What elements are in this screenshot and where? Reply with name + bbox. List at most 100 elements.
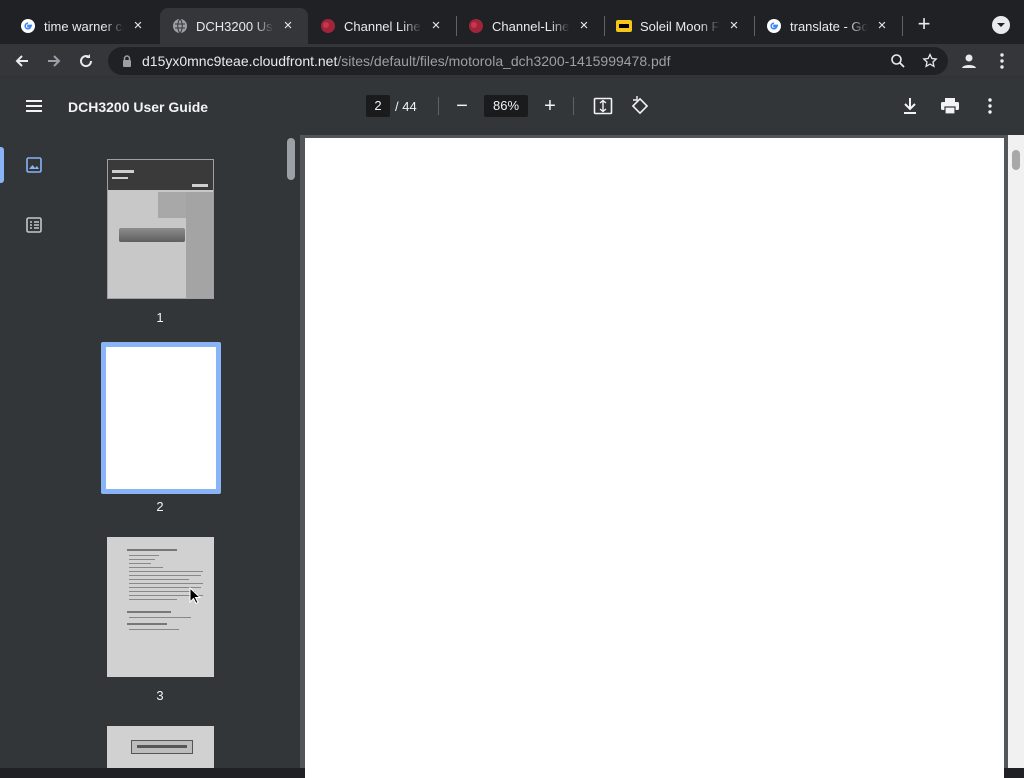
- text-line: [129, 579, 189, 580]
- red-logo-icon: [468, 18, 484, 34]
- tab-divider: [604, 16, 605, 36]
- tab-title: Channel-Line-Up: [492, 18, 570, 34]
- tab-dch3200-user-guide[interactable]: DCH3200 User Guide ×: [160, 8, 308, 44]
- thumbnail-page-content: [106, 347, 216, 489]
- thumbnail-page-4[interactable]: [107, 726, 214, 768]
- rotate-icon[interactable]: [629, 95, 651, 117]
- close-tab-icon[interactable]: ×: [726, 18, 742, 34]
- tab-title: translate - Google: [790, 18, 868, 34]
- close-tab-icon[interactable]: ×: [576, 18, 592, 34]
- toolbar-divider: [573, 97, 574, 115]
- active-view-indicator: [0, 147, 4, 183]
- text-line: [129, 591, 195, 592]
- url-text: d15yx0mnc9teae.cloudfront.net/sites/defa…: [142, 53, 670, 69]
- close-tab-icon[interactable]: ×: [130, 18, 146, 34]
- cover-block: [158, 192, 186, 218]
- cover-title-line: [112, 170, 134, 173]
- pdf-sidebar: 1 2 3: [0, 135, 300, 768]
- tab-search-icon[interactable]: [992, 16, 1010, 34]
- address-bar[interactable]: d15yx0mnc9teae.cloudfront.net/sites/defa…: [108, 47, 948, 75]
- thumbnail-page-1[interactable]: [107, 159, 214, 299]
- imdb-icon: [616, 18, 632, 34]
- text-line: [129, 571, 203, 572]
- profile-avatar-icon[interactable]: [959, 51, 979, 71]
- tab-title: DCH3200 User Guide: [196, 18, 274, 34]
- tab-strip: time warner cable × DCH3200 User Guide ×…: [0, 0, 1024, 44]
- text-line: [129, 629, 179, 630]
- main-scrollbar-thumb[interactable]: [1012, 150, 1020, 170]
- close-tab-icon[interactable]: ×: [280, 18, 296, 34]
- toolbar-divider: [438, 97, 439, 115]
- reload-icon[interactable]: [74, 49, 98, 73]
- thumbnail-label: 2: [156, 499, 164, 514]
- thumbnail-label: 3: [156, 688, 164, 703]
- google-icon: [20, 18, 36, 34]
- tab-title: Soleil Moon Frye: [640, 18, 720, 34]
- cable-box-image: [119, 228, 185, 242]
- close-tab-icon[interactable]: ×: [428, 18, 444, 34]
- url-host: d15yx0mnc9teae.cloudfront.net: [142, 53, 338, 69]
- text-line: [129, 575, 201, 576]
- tab-channel-lineup[interactable]: Channel Lineup ×: [308, 8, 456, 44]
- new-tab-button[interactable]: +: [912, 12, 936, 36]
- text-line: [127, 623, 167, 625]
- hamburger-menu-icon[interactable]: [24, 96, 44, 116]
- google-icon: [766, 18, 782, 34]
- url-path: /sites/default/files/motorola_dch3200-14…: [337, 53, 671, 69]
- pdf-page-2: [305, 138, 1004, 778]
- text-line: [129, 559, 155, 560]
- thumbnail-view-icon[interactable]: [24, 155, 44, 175]
- download-icon[interactable]: [899, 95, 921, 117]
- forward-arrow-icon[interactable]: [42, 49, 66, 73]
- thumbnail-label: 1: [156, 310, 164, 325]
- device-diagram-detail: [137, 745, 187, 748]
- text-line: [129, 599, 177, 600]
- globe-icon: [172, 18, 188, 34]
- text-line: [127, 611, 171, 613]
- pdf-viewer-area: [300, 135, 1024, 778]
- cover-logo: [192, 184, 208, 187]
- text-line: [129, 563, 151, 564]
- print-icon[interactable]: [939, 95, 961, 117]
- pdf-toolbar: DCH3200 User Guide 2 / 44 − 86% +: [0, 78, 1024, 135]
- bookmark-star-icon[interactable]: [920, 51, 940, 71]
- text-line: [129, 555, 159, 556]
- tab-divider: [902, 16, 903, 36]
- tab-divider: [754, 16, 755, 36]
- sidebar-scrollbar[interactable]: [287, 138, 295, 180]
- browser-menu-icon[interactable]: [992, 51, 1012, 71]
- thumbnail-list: 1 2 3: [68, 135, 252, 768]
- tab-title: time warner cable: [44, 18, 124, 34]
- cover-side-panel: [186, 192, 213, 298]
- text-line: [127, 549, 177, 551]
- browser-toolbar: d15yx0mnc9teae.cloudfront.net/sites/defa…: [0, 44, 1024, 78]
- tab-time-warner[interactable]: time warner cable ×: [8, 8, 158, 44]
- zoom-out-button[interactable]: −: [451, 95, 473, 117]
- tab-channel-line-up[interactable]: Channel-Line-Up ×: [456, 8, 604, 44]
- document-title: DCH3200 User Guide: [68, 99, 209, 115]
- fit-to-page-icon[interactable]: [592, 95, 614, 117]
- close-tab-icon[interactable]: ×: [874, 18, 890, 34]
- thumbnail-page-2-selected[interactable]: [101, 342, 221, 494]
- text-line: [129, 617, 191, 618]
- more-options-icon[interactable]: [979, 95, 1001, 117]
- page-number-input[interactable]: 2: [366, 95, 390, 117]
- thumbnail-page-3[interactable]: [107, 537, 214, 677]
- tab-title: Channel Lineup: [344, 18, 422, 34]
- tab-translate[interactable]: translate - Google ×: [754, 8, 902, 44]
- text-line: [129, 583, 203, 584]
- back-arrow-icon[interactable]: [10, 49, 34, 73]
- tab-soleil-moon-frye[interactable]: Soleil Moon Frye ×: [604, 8, 754, 44]
- text-line: [129, 567, 163, 568]
- lock-icon[interactable]: [120, 54, 134, 68]
- main-scrollbar-track[interactable]: [1008, 135, 1024, 768]
- zoom-in-button[interactable]: +: [539, 95, 561, 117]
- page-count: / 44: [395, 99, 417, 114]
- tab-divider: [456, 16, 457, 36]
- red-logo-icon: [320, 18, 336, 34]
- zoom-search-icon[interactable]: [888, 51, 908, 71]
- cover-subtitle-line: [112, 177, 128, 179]
- mouse-cursor-icon: [189, 587, 201, 605]
- zoom-level-input[interactable]: 86%: [484, 95, 528, 117]
- outline-view-icon[interactable]: [24, 215, 44, 235]
